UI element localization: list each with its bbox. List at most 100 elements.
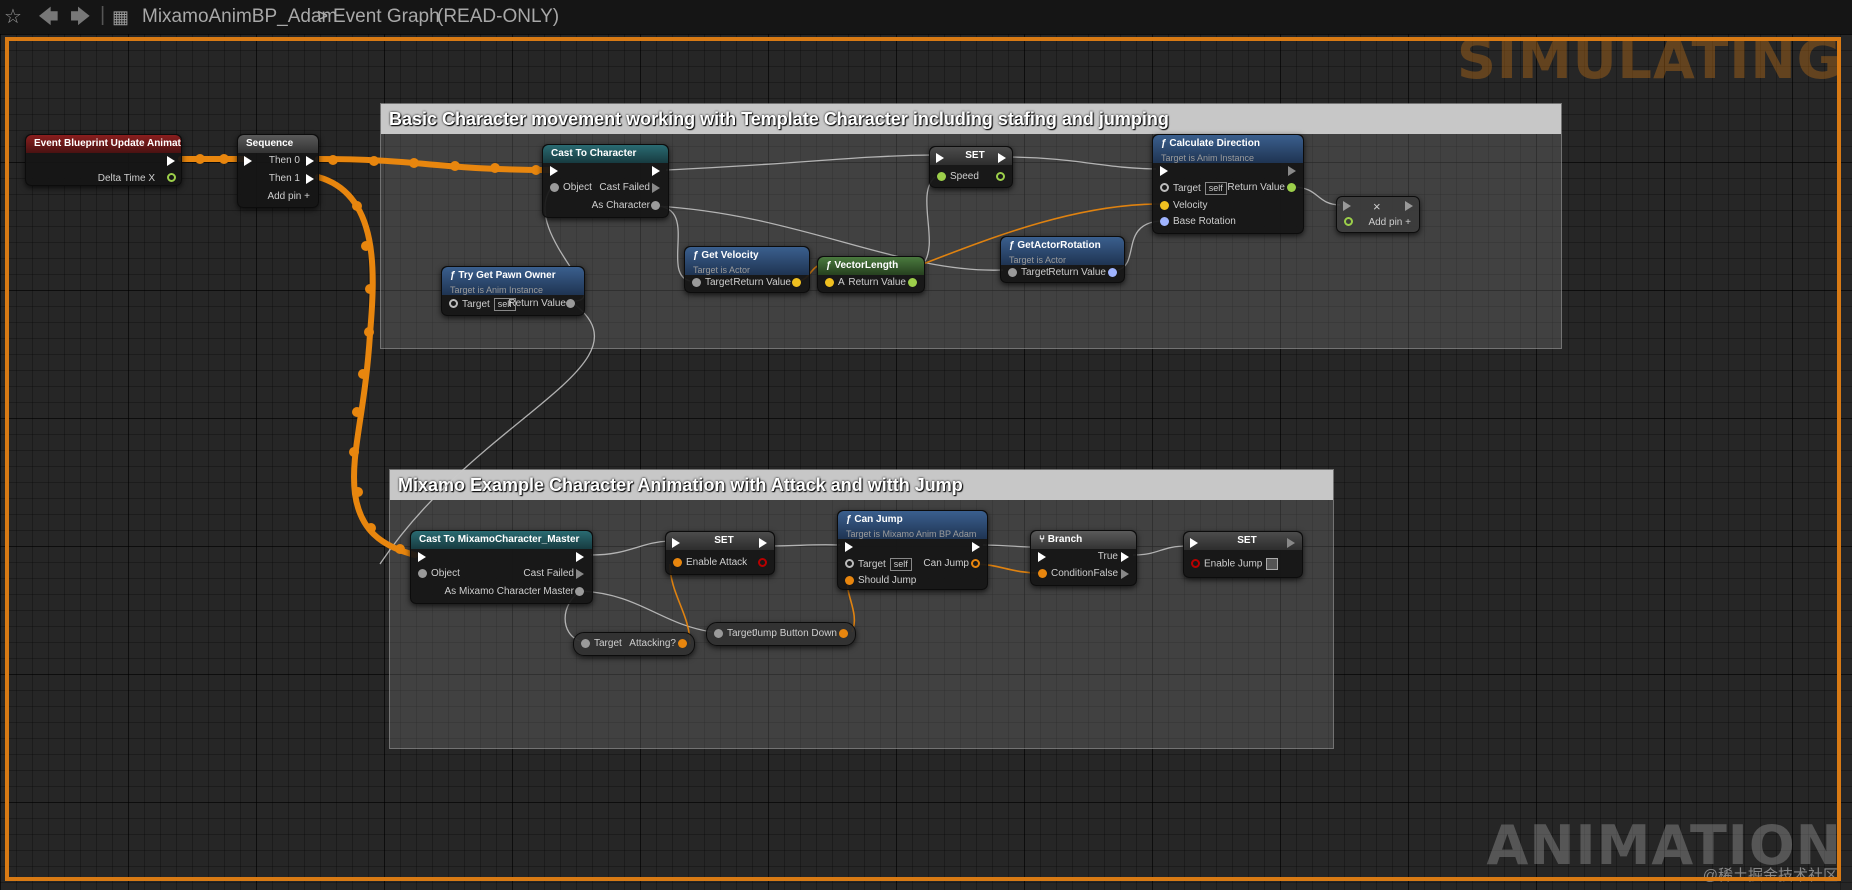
target-pin[interactable] <box>1160 183 1169 192</box>
exec-pulse-dot <box>365 284 375 294</box>
can-jump-out-pin[interactable] <box>971 559 980 568</box>
cast-failed-pin[interactable] <box>576 569 584 579</box>
exec-out-pin[interactable] <box>576 552 584 562</box>
graph-canvas[interactable]: SIMULATING ANIMATION @稀土掘金技术社区 Basic Cha… <box>0 34 1852 890</box>
node-calculate-direction[interactable]: ƒ Calculate Direction Target is Anim Inst… <box>1152 134 1304 234</box>
node-set-enable-jump[interactable]: SET Enable Jump <box>1183 531 1303 578</box>
add-pin-label: Add pin <box>1368 217 1403 228</box>
exec-pulse-dot <box>219 154 229 164</box>
speed-out-pin[interactable] <box>996 172 1005 181</box>
enable-attack-in-pin[interactable] <box>673 558 682 567</box>
exec-in-pin[interactable] <box>244 156 252 166</box>
delta-time-pin[interactable] <box>167 173 176 182</box>
node-cast-to-character[interactable]: Cast To Character Object Cast Failed As … <box>542 144 669 218</box>
can-jump-label: Can Jump <box>923 558 969 569</box>
node-event-update-animation[interactable]: Event Blueprint Update Animation Delta T… <box>25 134 182 186</box>
exec-out-pin[interactable] <box>998 153 1006 163</box>
arrow-right-icon[interactable]: 🡆 <box>70 4 91 30</box>
return-value-pin[interactable] <box>792 278 801 287</box>
node-try-get-pawn-owner[interactable]: ƒ Try Get Pawn Owner Target is Anim Insta… <box>441 266 585 316</box>
base-rotation-pin[interactable] <box>1160 217 1169 226</box>
add-pin-button[interactable]: Add pin + <box>1368 217 1411 229</box>
node-get-velocity[interactable]: ƒ Get Velocity Target is Actor Target Ret… <box>684 246 810 293</box>
node-get-jump-button-down[interactable]: Target Jump Button Down <box>706 622 856 646</box>
node-subtitle: Target is Anim Instance <box>450 285 544 295</box>
node-set-speed[interactable]: SET Speed <box>929 146 1013 188</box>
object-pin[interactable] <box>418 569 427 578</box>
a-pin[interactable] <box>825 278 834 287</box>
condition-pin[interactable] <box>1038 569 1047 578</box>
node-title: ƒ Can Jump Target is Mixamo Anim BP Adam <box>838 511 987 539</box>
add-pin-button[interactable]: Add pin + <box>267 191 310 203</box>
as-character-pin[interactable] <box>651 201 660 210</box>
cast-failed-label: Cast Failed <box>599 182 650 193</box>
node-set-enable-attack[interactable]: SET Enable Attack <box>665 531 775 575</box>
node-cast-to-mixamo-character[interactable]: Cast To MixamoCharacter_Master Object Ca… <box>410 530 593 604</box>
node-sequence[interactable]: Sequence Then 0 Then 1 Add pin + <box>237 134 319 208</box>
exec-in-pin[interactable] <box>1038 552 1046 562</box>
return-value-pin[interactable] <box>908 278 917 287</box>
should-jump-pin[interactable] <box>845 576 854 585</box>
then-0-pin[interactable] <box>306 156 314 166</box>
node-title: ƒ Try Get Pawn Owner Target is Anim Insta… <box>442 267 584 295</box>
as-mixamo-pin[interactable] <box>575 587 584 596</box>
exec-out-pin[interactable] <box>1405 201 1413 211</box>
return-value-pin[interactable] <box>1108 268 1117 277</box>
exec-out-pin[interactable] <box>1287 538 1295 548</box>
direction-pin[interactable] <box>1344 217 1353 226</box>
exec-in-pin[interactable] <box>845 542 853 552</box>
node-vector-length[interactable]: ƒ VectorLength A Return Value <box>817 256 925 293</box>
true-pin[interactable] <box>1121 552 1129 562</box>
exec-wire <box>982 544 1031 548</box>
exec-out-pin[interactable] <box>759 538 767 548</box>
node-get-attacking[interactable]: Target Attacking? <box>573 632 695 656</box>
exec-in-pin[interactable] <box>1160 166 1168 176</box>
false-pin[interactable] <box>1121 569 1129 579</box>
condition-label: Condition <box>1051 568 1094 579</box>
return-value-label: Return Value <box>848 277 906 288</box>
target-pin[interactable] <box>692 278 701 287</box>
return-value-pin[interactable] <box>1287 183 1296 192</box>
exec-in-pin[interactable] <box>672 538 680 548</box>
exec-in-pin[interactable] <box>550 166 558 176</box>
arrow-left-icon[interactable]: 🡄 <box>38 4 59 30</box>
breadcrumb-graph[interactable]: Event Graph <box>333 5 440 29</box>
target-pin[interactable] <box>714 629 723 638</box>
enable-attack-out-pin[interactable] <box>758 558 767 567</box>
exec-in-pin[interactable] <box>1190 538 1198 548</box>
return-value-pin[interactable] <box>566 299 575 308</box>
then-1-pin[interactable] <box>306 174 314 184</box>
target-pin[interactable] <box>845 559 854 568</box>
plus-icon: + <box>304 191 310 202</box>
node-set-direction[interactable]: × Add pin + <box>1336 196 1420 233</box>
target-pin[interactable] <box>581 639 590 648</box>
enable-jump-in-pin[interactable] <box>1191 559 1200 568</box>
exec-in-pin[interactable] <box>418 552 426 562</box>
target-pin[interactable] <box>449 299 458 308</box>
exec-pulse-dot <box>353 487 363 497</box>
exec-out-pin[interactable] <box>972 542 980 552</box>
attacking-out-pin[interactable] <box>678 639 687 648</box>
exec-out-pin[interactable] <box>167 156 175 166</box>
node-can-jump[interactable]: ƒ Can Jump Target is Mixamo Anim BP Adam … <box>837 510 988 590</box>
as-mixamo-label: As Mixamo Character Master <box>444 586 574 597</box>
exec-out-pin[interactable] <box>652 166 660 176</box>
self-value: self <box>889 558 912 571</box>
node-branch[interactable]: ⑂ Branch True Condition False <box>1030 530 1137 586</box>
enable-jump-checkbox[interactable] <box>1266 558 1279 570</box>
target-pin[interactable] <box>1008 268 1017 277</box>
exec-in-pin[interactable] <box>936 153 944 163</box>
star-icon[interactable]: ☆ <box>4 4 22 30</box>
breadcrumb-asset[interactable]: MixamoAnimBP_Adam <box>142 5 337 29</box>
close-icon[interactable]: × <box>1373 200 1381 213</box>
velocity-pin[interactable] <box>1160 201 1169 210</box>
return-value-label: Return Value <box>508 298 566 309</box>
cast-failed-pin[interactable] <box>652 183 660 193</box>
speed-in-pin[interactable] <box>937 172 946 181</box>
object-pin[interactable] <box>550 183 559 192</box>
jump-button-out-pin[interactable] <box>839 629 848 638</box>
exec-in-pin[interactable] <box>1343 201 1351 211</box>
exec-pulse-dot <box>328 155 338 165</box>
exec-out-pin[interactable] <box>1288 166 1296 176</box>
node-get-actor-rotation[interactable]: ƒ GetActorRotation Target is Actor Target… <box>1000 236 1125 283</box>
